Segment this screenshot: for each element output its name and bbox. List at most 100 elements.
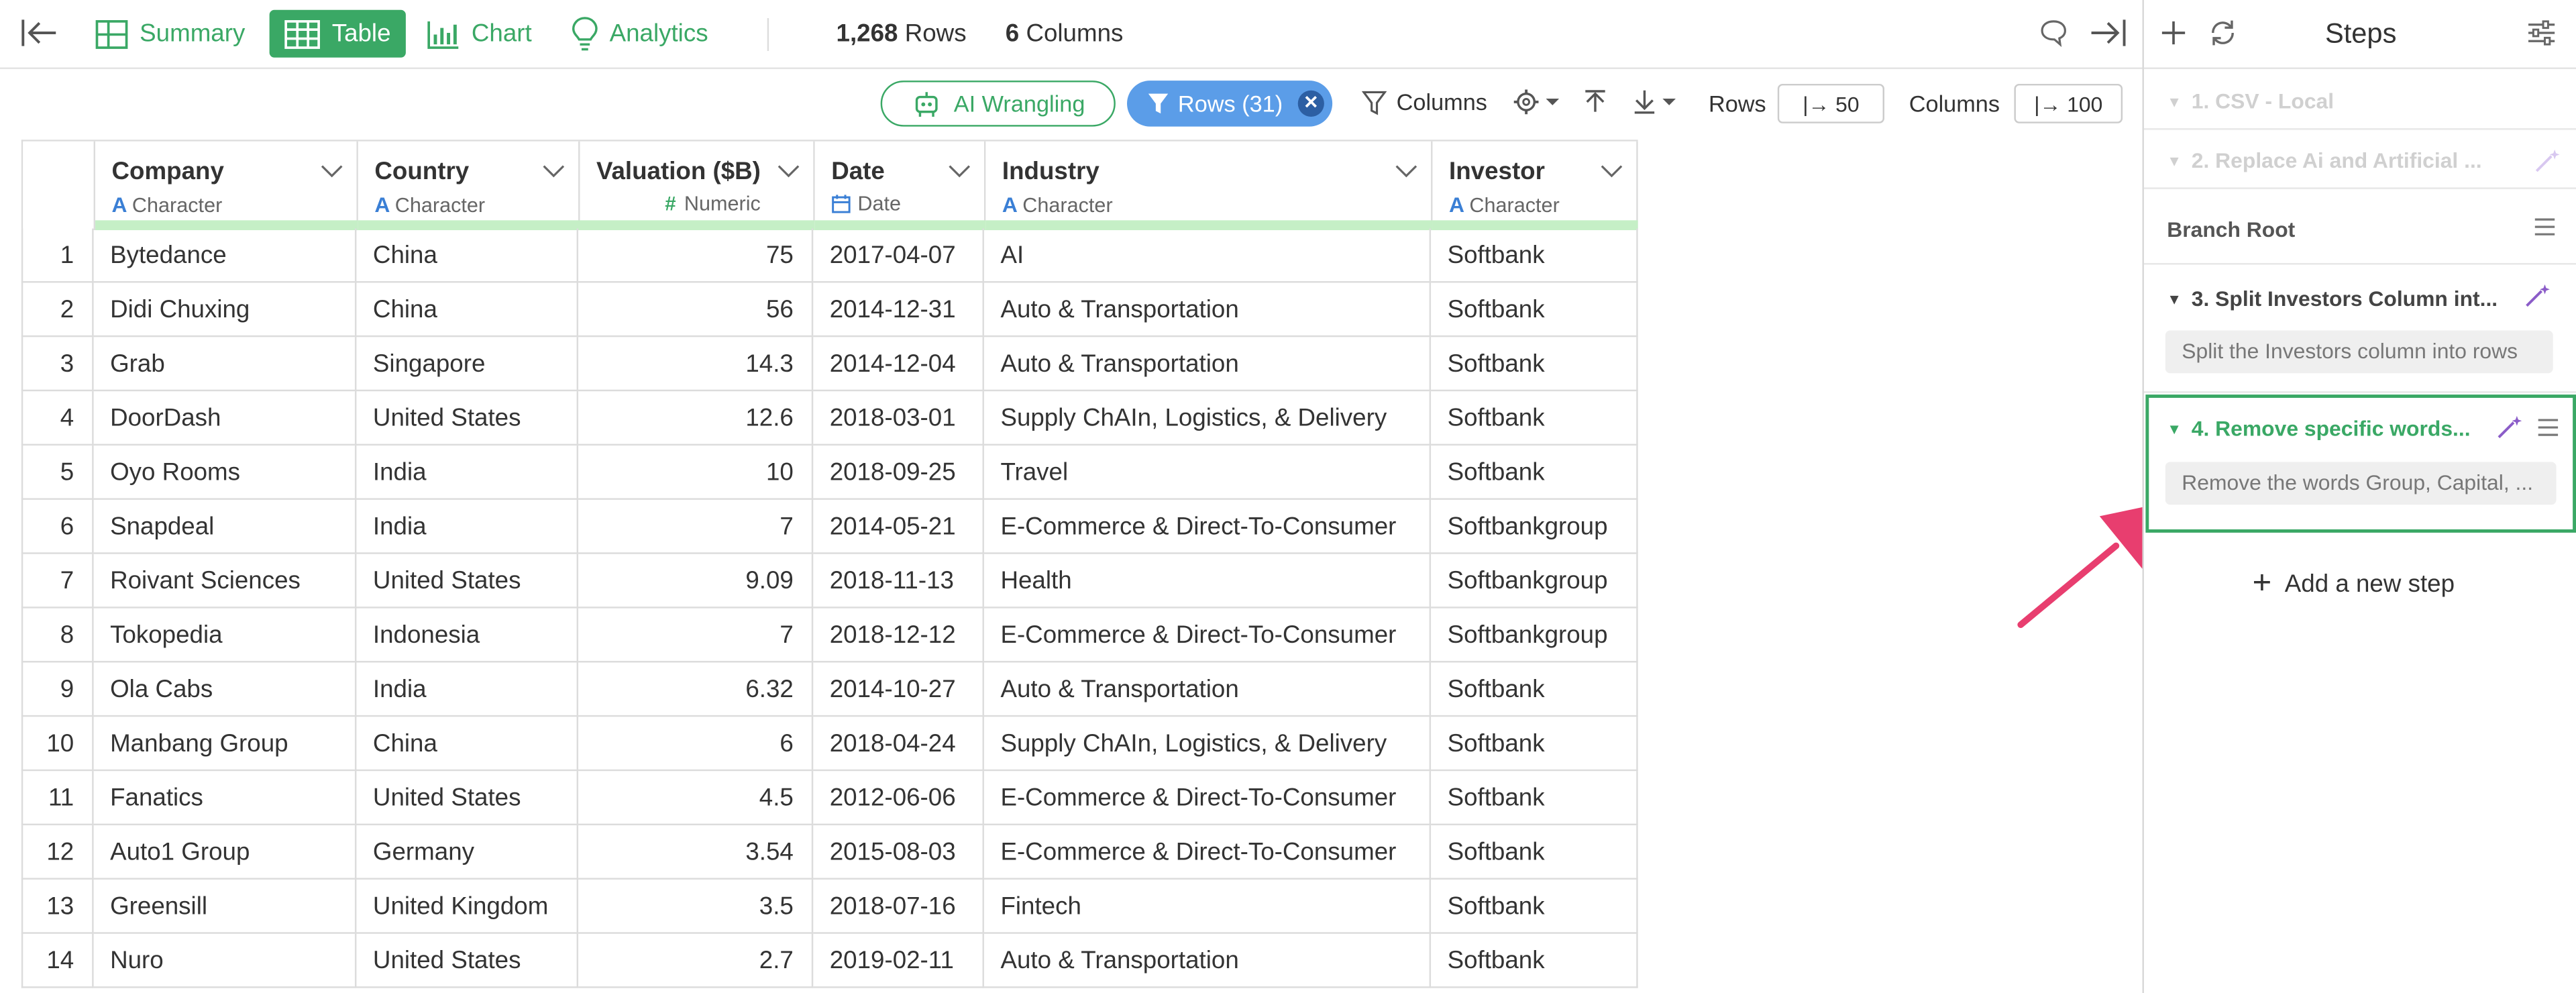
cell-country[interactable]: Singapore — [356, 337, 579, 392]
column-header-country[interactable]: Country A Character — [358, 141, 580, 231]
cell-company[interactable]: Bytedance — [93, 228, 357, 283]
cell-valuation[interactable]: 75 — [578, 228, 814, 283]
cell-company[interactable]: Nuro — [93, 933, 357, 988]
cell-investor[interactable]: Softbankgroup — [1431, 554, 1638, 609]
cell-industry[interactable]: AI — [983, 228, 1432, 283]
cell-investor[interactable]: Softbank — [1431, 446, 1638, 500]
cell-investor[interactable]: Softbank — [1431, 391, 1638, 446]
column-header-company[interactable]: Company A Character — [95, 141, 358, 231]
tab-summary[interactable]: Summary — [95, 10, 245, 58]
cell-company[interactable]: Greensill — [93, 879, 357, 934]
cell-date[interactable]: 2018-07-16 — [813, 879, 984, 934]
cell-date[interactable]: 2012-06-06 — [813, 771, 984, 826]
cell-valuation[interactable]: 3.5 — [578, 879, 814, 934]
cell-industry[interactable]: Auto & Transportation — [983, 282, 1432, 337]
cell-valuation[interactable]: 56 — [578, 282, 814, 337]
upload-icon[interactable] — [1582, 89, 1608, 123]
cell-company[interactable]: Roivant Sciences — [93, 554, 357, 609]
menu-icon[interactable] — [2533, 217, 2556, 236]
cell-investor[interactable]: Softbank — [1431, 662, 1638, 717]
cell-valuation[interactable]: 9.09 — [578, 554, 814, 609]
tab-table[interactable]: Table — [269, 9, 406, 58]
cell-country[interactable]: India — [356, 499, 579, 554]
step-csv-local[interactable]: ▼ 1. CSV - Local — [2143, 69, 2576, 130]
comment-icon[interactable] — [2039, 18, 2068, 56]
cell-investor[interactable]: Softbankgroup — [1431, 608, 1638, 663]
cell-country[interactable]: India — [356, 446, 579, 500]
cell-country[interactable]: United Kingdom — [356, 879, 579, 934]
columns-filter-button[interactable]: Columns — [1362, 89, 1487, 115]
cell-country[interactable]: United States — [356, 554, 579, 609]
cell-investor[interactable]: Softbank — [1431, 933, 1638, 988]
cell-date[interactable]: 2015-08-03 — [813, 825, 984, 880]
cell-investor[interactable]: Softbank — [1431, 879, 1638, 934]
cell-date[interactable]: 2018-11-13 — [813, 554, 984, 609]
cell-industry[interactable]: Fintech — [983, 879, 1432, 934]
tab-analytics[interactable]: Analytics — [572, 10, 708, 58]
cell-date[interactable]: 2018-04-24 — [813, 717, 984, 772]
step-branch-root[interactable]: Branch Root — [2143, 189, 2576, 265]
cell-industry[interactable]: Supply ChAIn, Logistics, & Delivery — [983, 391, 1432, 446]
cell-company[interactable]: Auto1 Group — [93, 825, 357, 880]
cell-country[interactable]: China — [356, 717, 579, 772]
cell-valuation[interactable]: 10 — [578, 446, 814, 500]
cell-industry[interactable]: Health — [983, 554, 1432, 609]
cell-company[interactable]: Fanatics — [93, 771, 357, 826]
cell-date[interactable]: 2014-12-04 — [813, 337, 984, 392]
ai-wrangling-button[interactable]: AI Wrangling — [880, 81, 1116, 127]
cell-investor[interactable]: Softbank — [1431, 717, 1638, 772]
cell-industry[interactable]: Travel — [983, 446, 1432, 500]
cell-investor[interactable]: Softbank — [1431, 771, 1638, 826]
rows-filter-chip[interactable]: Rows (31) ✕ — [1127, 81, 1333, 127]
cell-date[interactable]: 2019-02-11 — [813, 933, 984, 988]
cell-valuation[interactable]: 6.32 — [578, 662, 814, 717]
cell-valuation[interactable]: 12.6 — [578, 391, 814, 446]
collapse-right-icon[interactable] — [2088, 17, 2128, 58]
cell-industry[interactable]: E-Commerce & Direct-To-Consumer — [983, 771, 1432, 826]
rows-limit-input[interactable]: |→ 50 — [1777, 83, 1885, 123]
cell-country[interactable]: Indonesia — [356, 608, 579, 663]
columns-limit-input[interactable]: |→ 100 — [2014, 83, 2123, 123]
cell-company[interactable]: Didi Chuxing — [93, 282, 357, 337]
cell-investor[interactable]: Softbank — [1431, 825, 1638, 880]
cell-investor[interactable]: Softbank — [1431, 228, 1638, 283]
cell-country[interactable]: United States — [356, 933, 579, 988]
menu-icon[interactable] — [2536, 417, 2559, 437]
cell-valuation[interactable]: 7 — [578, 499, 814, 554]
cell-country[interactable]: China — [356, 228, 579, 283]
cell-industry[interactable]: Auto & Transportation — [983, 337, 1432, 392]
cell-country[interactable]: United States — [356, 391, 579, 446]
settings-dropdown[interactable] — [1513, 89, 1562, 123]
cell-investor[interactable]: Softbank — [1431, 337, 1638, 392]
column-header-valuation[interactable]: Valuation ($B) # Numeric — [580, 141, 815, 231]
cell-valuation[interactable]: 2.7 — [578, 933, 814, 988]
add-step-button[interactable]: + Add a new step — [2253, 567, 2455, 600]
tab-chart[interactable]: Chart — [427, 10, 532, 58]
column-header-industry[interactable]: Industry A Character — [985, 141, 1433, 231]
chevron-down-icon[interactable] — [542, 163, 565, 180]
step-split-investors[interactable]: ▼ 3. Split Investors Column int... Split … — [2143, 264, 2576, 393]
cell-industry[interactable]: Supply ChAIn, Logistics, & Delivery — [983, 717, 1432, 772]
cell-investor[interactable]: Softbank — [1431, 282, 1638, 337]
download-dropdown[interactable] — [1631, 89, 1680, 123]
chevron-down-icon[interactable] — [1395, 163, 1417, 180]
cell-company[interactable]: Snapdeal — [93, 499, 357, 554]
cell-investor[interactable]: Softbankgroup — [1431, 499, 1638, 554]
cell-valuation[interactable]: 4.5 — [578, 771, 814, 826]
cell-company[interactable]: Tokopedia — [93, 608, 357, 663]
step-remove-words[interactable]: ▼ 4. Remove specific words... Remove the … — [2145, 395, 2576, 533]
collapse-left-icon[interactable] — [19, 17, 59, 58]
step-replace-ai[interactable]: ▼ 2. Replace Ai and Artificial ... — [2143, 130, 2576, 189]
chevron-down-icon[interactable] — [1600, 163, 1623, 180]
cell-country[interactable]: China — [356, 282, 579, 337]
chevron-down-icon[interactable] — [321, 163, 343, 180]
cell-date[interactable]: 2017-04-07 — [813, 228, 984, 283]
cell-company[interactable]: Oyo Rooms — [93, 446, 357, 500]
chevron-down-icon[interactable] — [777, 163, 800, 180]
cell-company[interactable]: Manbang Group — [93, 717, 357, 772]
settings-sliders-icon[interactable] — [2527, 19, 2557, 46]
cell-valuation[interactable]: 14.3 — [578, 337, 814, 392]
cell-industry[interactable]: Auto & Transportation — [983, 662, 1432, 717]
cell-country[interactable]: Germany — [356, 825, 579, 880]
cell-industry[interactable]: Auto & Transportation — [983, 933, 1432, 988]
